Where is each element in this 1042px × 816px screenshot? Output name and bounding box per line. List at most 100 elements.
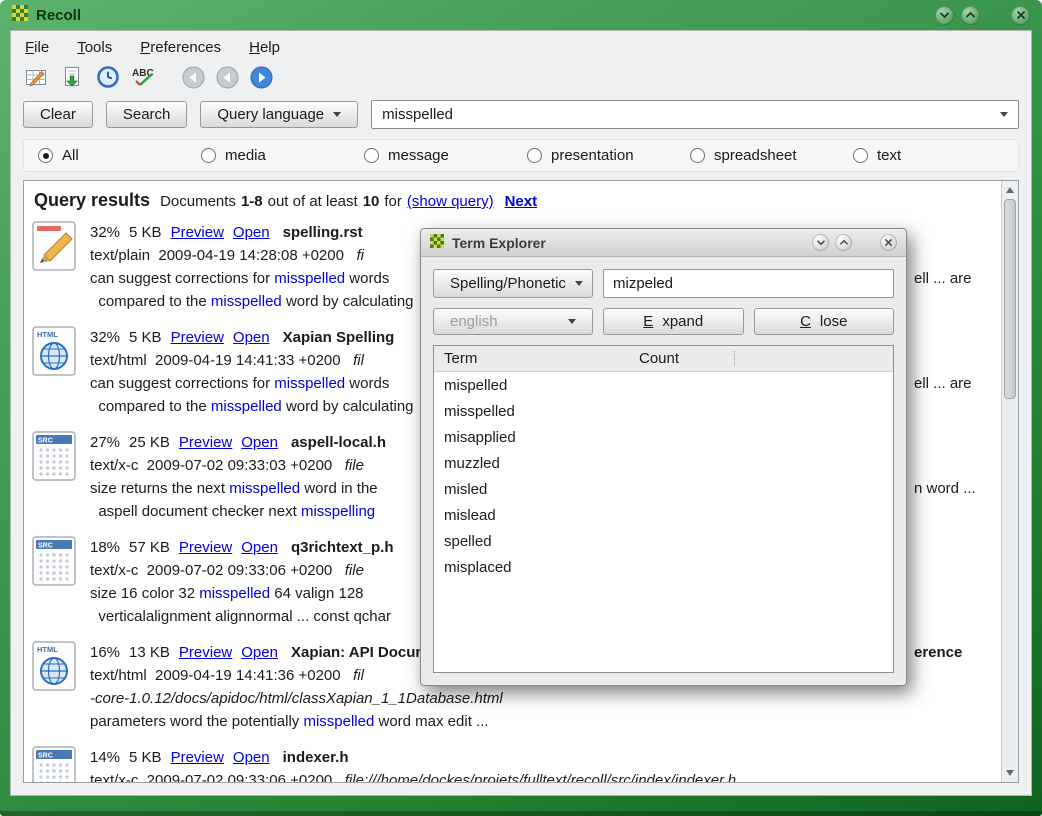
snippet-fragment: ell ... are (914, 372, 972, 395)
html-doc-icon: HTML (32, 641, 76, 733)
open-link[interactable]: Open (233, 746, 270, 769)
term-input[interactable]: mizpeled (603, 269, 894, 298)
snippet-line: -core-1.0.12/docs/apidoc/html/classXapia… (90, 687, 1012, 710)
scroll-down-icon[interactable] (1002, 765, 1018, 781)
results-scrollbar[interactable] (1001, 181, 1018, 782)
titlebar[interactable]: Recoll (0, 0, 1042, 30)
term-table: Term Count mispelled misspelledmisapplied… (433, 345, 894, 673)
filter-label: All (62, 147, 79, 164)
result-title: aspell-local.h (291, 431, 386, 454)
clear-table-icon[interactable] (23, 64, 49, 90)
expansion-mode-dropdown[interactable]: Spelling/Phonetic (433, 269, 593, 298)
preview-link[interactable]: Preview (171, 326, 224, 349)
window-frame: Recoll File Tools Preferences Help ABC Clea… (0, 0, 1042, 816)
query-language-label: Query language (217, 106, 324, 123)
term-row[interactable]: mispelled (434, 372, 893, 398)
open-link[interactable]: Open (241, 536, 278, 559)
search-dropdown-icon[interactable] (1000, 112, 1008, 117)
query-language-dropdown[interactable]: Query language (200, 101, 358, 128)
term-cell: mislead (434, 507, 639, 524)
preview-link[interactable]: Preview (179, 431, 232, 454)
search-input[interactable]: misspelled (371, 100, 1019, 129)
preview-link[interactable]: Preview (171, 221, 224, 244)
export-document-icon[interactable] (59, 64, 85, 90)
term-row[interactable]: misled (434, 476, 893, 502)
filter-media[interactable]: media (201, 147, 364, 164)
preview-link[interactable]: Preview (179, 536, 232, 559)
dialog-titlebar[interactable]: Term Explorer (421, 229, 906, 257)
open-link[interactable]: Open (233, 221, 270, 244)
term-row[interactable]: spelled (434, 528, 893, 554)
term-table-header[interactable]: Term Count (434, 346, 893, 372)
result-relevance: 32% (90, 326, 120, 349)
filter-message[interactable]: message (364, 147, 527, 164)
term-cell: mispelled (434, 377, 639, 394)
search-row: Clear Search Query language misspelled (11, 96, 1031, 137)
result-title: q3richtext_p.h (291, 536, 394, 559)
radio-icon (690, 148, 705, 163)
open-link[interactable]: Open (233, 326, 270, 349)
result-title: Xapian Spelling (283, 326, 395, 349)
nav-next-icon[interactable] (249, 65, 273, 89)
menu-preferences[interactable]: Preferences (140, 39, 221, 56)
menu-tools[interactable]: Tools (77, 39, 112, 56)
term-input-value: mizpeled (613, 275, 673, 292)
scroll-thumb[interactable] (1004, 199, 1016, 399)
filter-all[interactable]: All (38, 147, 201, 164)
chevron-down-icon (333, 112, 341, 117)
result-size: 57 KB (129, 536, 170, 559)
chevron-down-icon (575, 281, 583, 286)
term-list: mispelled misspelledmisappliedmuzzled misl… (434, 372, 893, 580)
search-button[interactable]: Search (106, 101, 188, 128)
result-title: Xapian: API Docum (291, 641, 429, 664)
shade-button[interactable] (935, 6, 954, 25)
filter-presentation[interactable]: presentation (527, 147, 690, 164)
result-relevance: 14% (90, 746, 120, 769)
history-clock-icon[interactable] (95, 64, 121, 90)
text-doc-icon (32, 221, 76, 313)
expand-button[interactable]: Expand (603, 308, 744, 335)
dialog-close-button[interactable] (880, 234, 897, 251)
dialog-shade-button[interactable] (812, 234, 829, 251)
scroll-up-icon[interactable] (1002, 182, 1018, 198)
chevron-down-icon (568, 319, 576, 324)
svg-text:ABC: ABC (132, 68, 154, 79)
menu-help[interactable]: Help (249, 39, 280, 56)
next-page-link[interactable]: Next (505, 193, 538, 210)
source-doc-icon: SRC (32, 746, 76, 783)
term-cell: misled (434, 481, 639, 498)
snippet-fragment: n word ... (914, 477, 976, 500)
nav-previous-icon[interactable] (215, 65, 239, 89)
language-dropdown: english (433, 308, 593, 335)
term-row[interactable]: muzzled (434, 450, 893, 476)
menubar: File Tools Preferences Help (11, 31, 1031, 60)
term-row[interactable]: misapplied (434, 424, 893, 450)
filter-spreadsheet[interactable]: spreadsheet (690, 147, 853, 164)
nav-back-icon[interactable] (181, 65, 205, 89)
term-row[interactable]: misplaced (434, 554, 893, 580)
clear-button[interactable]: Clear (23, 101, 93, 128)
open-link[interactable]: Open (241, 641, 278, 664)
close-button[interactable] (1011, 6, 1030, 25)
spellcheck-abc-icon[interactable]: ABC (131, 64, 157, 90)
toolbar: ABC (11, 60, 1031, 96)
maximize-button[interactable] (961, 6, 980, 25)
show-query-link[interactable]: (show query) (407, 193, 494, 210)
result-size: 5 KB (129, 326, 162, 349)
term-cell: spelled (434, 533, 639, 550)
preview-link[interactable]: Preview (171, 746, 224, 769)
term-row[interactable]: misspelled (434, 398, 893, 424)
menu-file[interactable]: File (25, 39, 49, 56)
svg-text:SRC: SRC (38, 753, 53, 760)
term-row[interactable]: mislead (434, 502, 893, 528)
open-link[interactable]: Open (241, 431, 278, 454)
dialog-maximize-button[interactable] (835, 234, 852, 251)
preview-link[interactable]: Preview (179, 641, 232, 664)
source-doc-icon: SRC (32, 536, 76, 628)
column-count[interactable]: Count (639, 350, 679, 367)
svg-text:SRC: SRC (38, 438, 53, 445)
column-term[interactable]: Term (434, 350, 639, 367)
result-relevance: 32% (90, 221, 120, 244)
dialog-close-action-button[interactable]: Close (754, 308, 895, 335)
filter-text[interactable]: text (853, 147, 1016, 164)
